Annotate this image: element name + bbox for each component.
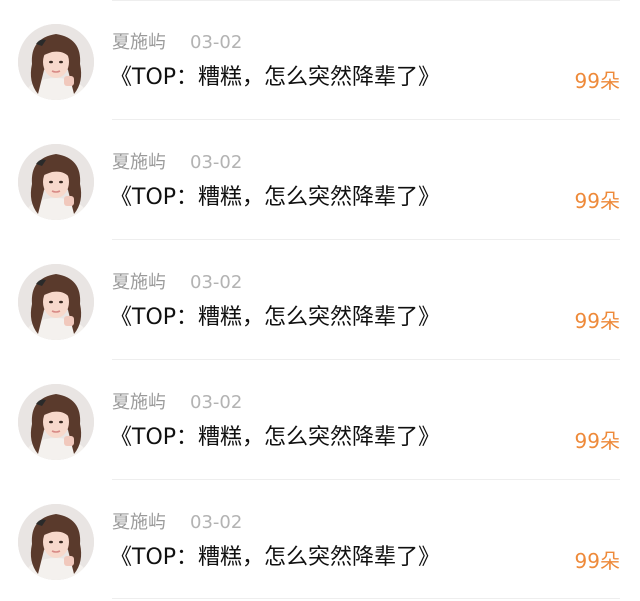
user-avatar-icon bbox=[18, 24, 94, 100]
avatar[interactable] bbox=[18, 24, 94, 100]
author-name[interactable]: 夏施屿 bbox=[112, 511, 166, 535]
work-title[interactable]: 《TOP：糟糕，怎么突然降辈了》 bbox=[110, 543, 440, 573]
post-date: 03-02 bbox=[190, 272, 243, 293]
post-date: 03-02 bbox=[190, 512, 243, 533]
user-avatar-icon bbox=[18, 504, 94, 580]
author-name[interactable]: 夏施屿 bbox=[112, 31, 166, 55]
author-name[interactable]: 夏施屿 bbox=[112, 391, 166, 415]
list-item[interactable]: 夏施屿 03-02 《TOP：糟糕，怎么突然降辈了》 99朵 bbox=[0, 120, 640, 240]
flower-count: 99朵 bbox=[574, 429, 620, 453]
work-title[interactable]: 《TOP：糟糕，怎么突然降辈了》 bbox=[110, 183, 440, 213]
flower-count: 99朵 bbox=[574, 309, 620, 333]
avatar[interactable] bbox=[18, 144, 94, 220]
author-name[interactable]: 夏施屿 bbox=[112, 271, 166, 295]
list-item[interactable]: 夏施屿 03-02 《TOP：糟糕，怎么突然降辈了》 99朵 bbox=[0, 240, 640, 360]
avatar[interactable] bbox=[18, 504, 94, 580]
work-title[interactable]: 《TOP：糟糕，怎么突然降辈了》 bbox=[110, 423, 440, 453]
work-title[interactable]: 《TOP：糟糕，怎么突然降辈了》 bbox=[110, 63, 440, 93]
flower-count: 99朵 bbox=[574, 69, 620, 93]
row-divider bbox=[112, 598, 620, 599]
user-avatar-icon bbox=[18, 144, 94, 220]
list-item[interactable]: 夏施屿 03-02 《TOP：糟糕，怎么突然降辈了》 99朵 bbox=[0, 0, 640, 120]
post-date: 03-02 bbox=[190, 392, 243, 413]
post-date: 03-02 bbox=[190, 152, 243, 173]
author-name[interactable]: 夏施屿 bbox=[112, 151, 166, 175]
post-date: 03-02 bbox=[190, 32, 243, 53]
list-item[interactable]: 夏施屿 03-02 《TOP：糟糕，怎么突然降辈了》 99朵 bbox=[0, 480, 640, 600]
list-item[interactable]: 夏施屿 03-02 《TOP：糟糕，怎么突然降辈了》 99朵 bbox=[0, 360, 640, 480]
flower-count: 99朵 bbox=[574, 549, 620, 573]
user-avatar-icon bbox=[18, 384, 94, 460]
avatar[interactable] bbox=[18, 384, 94, 460]
user-avatar-icon bbox=[18, 264, 94, 340]
flower-count: 99朵 bbox=[574, 189, 620, 213]
avatar[interactable] bbox=[18, 264, 94, 340]
work-title[interactable]: 《TOP：糟糕，怎么突然降辈了》 bbox=[110, 303, 440, 333]
